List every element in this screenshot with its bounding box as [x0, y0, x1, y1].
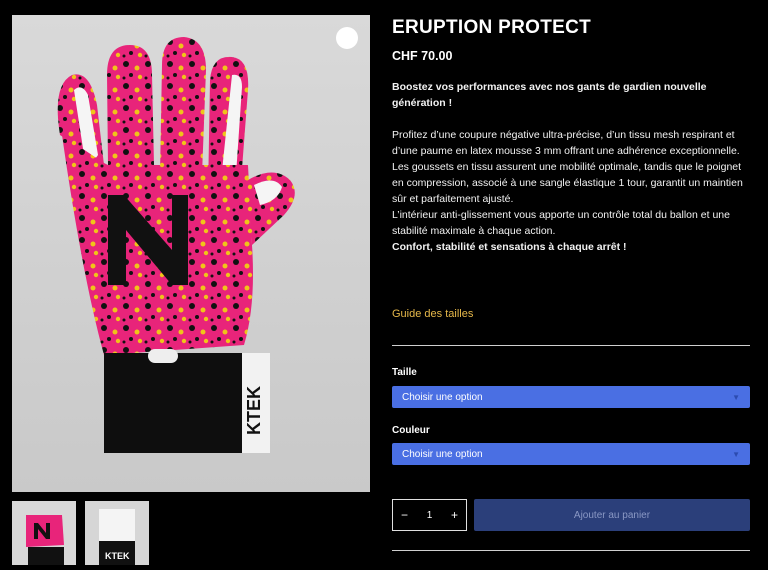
thumbnail-strip: KTEK: [12, 501, 370, 565]
divider-bottom: [392, 550, 750, 551]
description-para-1: Profitez d’une coupure négative ultra-pr…: [392, 129, 740, 157]
product-main-image[interactable]: KTEK: [12, 15, 370, 492]
chevron-down-icon: ▼: [732, 449, 740, 459]
product-gallery: KTEK KTEK: [12, 15, 370, 565]
couleur-select[interactable]: Choisir une option ▼: [392, 443, 750, 465]
thumbnail-palm[interactable]: KTEK: [85, 501, 149, 565]
couleur-select-value: Choisir une option: [402, 448, 483, 460]
description-para-2: Les goussets en tissu assurent une mobil…: [392, 161, 743, 205]
product-description: Boostez vos performances avec nos gants …: [392, 79, 750, 255]
product-title: ERUPTION PROTECT: [392, 17, 592, 38]
quantity-stepper: − 1 +: [392, 499, 467, 531]
glove-illustration: KTEK: [57, 37, 295, 453]
product-info: ERUPTION PROTECT CHF 70.00 Boostez vos p…: [392, 15, 750, 551]
chevron-down-icon: ▼: [732, 392, 740, 402]
taille-select-value: Choisir une option: [402, 391, 483, 403]
quantity-plus-button[interactable]: +: [451, 508, 458, 522]
description-lead: Boostez vos performances avec nos gants …: [392, 81, 707, 109]
thumb-strap-text: KTEK: [105, 551, 130, 561]
product-price: CHF 70.00: [392, 49, 453, 63]
strap-logo-text: KTEK: [244, 386, 264, 435]
taille-select[interactable]: Choisir une option ▼: [392, 386, 750, 408]
thumbnail-front[interactable]: [12, 501, 76, 565]
description-closing: Confort, stabilité et sensations à chaqu…: [392, 241, 627, 253]
couleur-label: Couleur: [392, 425, 430, 436]
add-to-cart-button[interactable]: Ajouter au panier: [474, 499, 750, 531]
taille-label: Taille: [392, 367, 417, 378]
zoom-button[interactable]: [336, 27, 358, 49]
divider-top: [392, 345, 750, 346]
size-guide-link[interactable]: Guide des tailles: [392, 308, 473, 320]
quantity-minus-button[interactable]: −: [401, 508, 408, 522]
quantity-input[interactable]: 1: [427, 510, 433, 521]
description-para-3: L’intérieur anti-glissement vous apporte…: [392, 209, 730, 237]
